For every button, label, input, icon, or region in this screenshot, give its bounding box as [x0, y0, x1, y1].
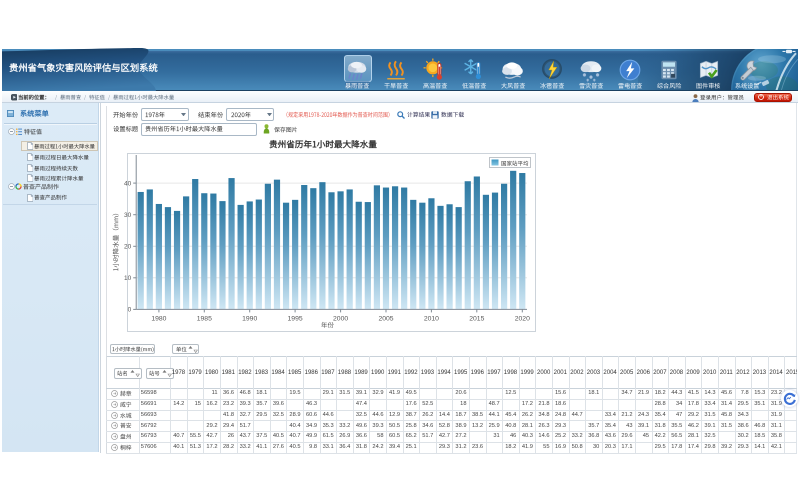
svg-text:1980: 1980 [151, 315, 166, 322]
svg-text:1990: 1990 [242, 315, 257, 322]
svg-text:2005: 2005 [378, 315, 393, 322]
svg-text:2010: 2010 [424, 315, 439, 322]
svg-text:2015: 2015 [469, 315, 484, 322]
svg-text:1995: 1995 [288, 315, 303, 322]
svg-text:2000: 2000 [333, 315, 348, 322]
svg-text:0: 0 [128, 307, 132, 314]
svg-text:1985: 1985 [197, 315, 212, 322]
svg-text:20: 20 [124, 244, 132, 251]
svg-text:40: 40 [124, 180, 132, 187]
svg-text:2020: 2020 [515, 315, 530, 322]
svg-text:10: 10 [124, 275, 132, 282]
svg-text:30: 30 [124, 212, 132, 219]
